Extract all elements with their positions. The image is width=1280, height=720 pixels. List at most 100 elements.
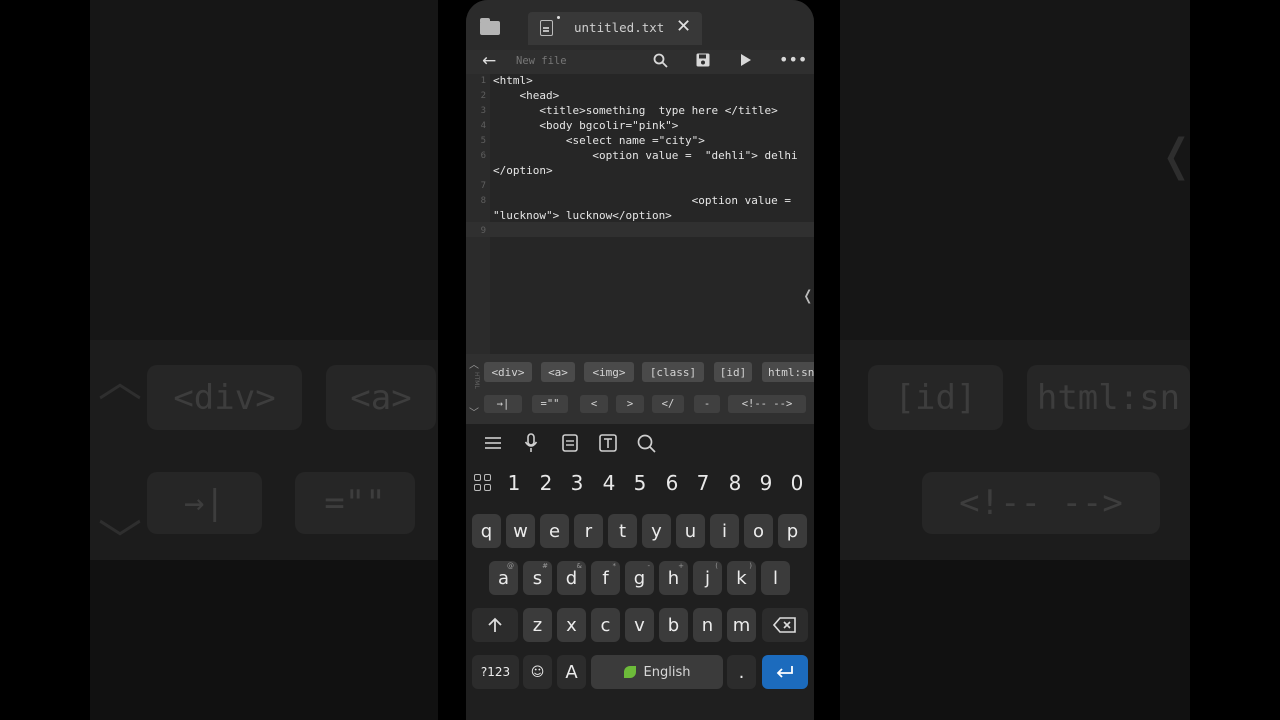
key-hint: # — [542, 562, 548, 570]
blurred-chip: ="" — [295, 472, 415, 534]
key-5[interactable]: 5 — [627, 471, 653, 495]
key-y[interactable]: y — [642, 514, 671, 548]
unsaved-dot — [557, 16, 560, 19]
symbol-div[interactable]: <div> — [484, 362, 532, 382]
blurred-up-icon: ︿ — [98, 356, 142, 407]
chevron-up-icon[interactable]: ︿ — [469, 356, 479, 371]
editor-toolbar: ← New file ••• — [466, 50, 814, 74]
key-s[interactable]: s # — [523, 561, 552, 595]
code-line: </option> — [493, 164, 553, 177]
symbol-class[interactable]: [class] — [642, 362, 704, 382]
symbol-attr-equals[interactable]: ="" — [532, 395, 568, 413]
blurred-chip: <!-- --> — [922, 472, 1160, 534]
filename-placeholder[interactable]: New file — [516, 55, 567, 67]
code-line: <option value = — [493, 194, 792, 207]
key-hint: + — [678, 562, 684, 570]
blurred-keyboard — [90, 560, 438, 720]
key-label: f — [602, 567, 609, 589]
key-p[interactable]: p — [778, 514, 807, 548]
key-label: s — [532, 567, 543, 589]
symbol-comment[interactable]: <!-- --> — [728, 395, 806, 413]
key-h[interactable]: h + — [659, 561, 688, 595]
back-arrow-icon[interactable]: ← — [482, 51, 496, 71]
symbols-key[interactable]: ?123 — [472, 655, 519, 689]
close-icon[interactable]: ✕ — [676, 16, 691, 37]
save-icon[interactable] — [696, 53, 710, 71]
key-2[interactable]: 2 — [533, 471, 559, 495]
shift-key[interactable] — [472, 608, 518, 642]
key-3[interactable]: 3 — [564, 471, 590, 495]
key-o[interactable]: o — [744, 514, 773, 548]
key-m[interactable]: m — [727, 608, 756, 642]
key-hint: - — [647, 562, 650, 570]
menu-icon[interactable] — [484, 434, 502, 455]
key-x[interactable]: x — [557, 608, 586, 642]
key-n[interactable]: n — [693, 608, 722, 642]
symbol-less-than[interactable]: < — [580, 395, 608, 413]
key-q[interactable]: q — [472, 514, 501, 548]
text-edit-icon[interactable] — [599, 434, 617, 457]
blurred-background-left: ︿ ﹀ <div> <a> →| ="" — [90, 0, 438, 720]
line-number: 4 — [480, 121, 486, 131]
search-icon[interactable] — [637, 434, 656, 458]
emoji-key[interactable]: ☺ — [523, 655, 552, 689]
enter-key[interactable] — [762, 655, 808, 689]
text-case-key[interactable]: A — [557, 655, 586, 689]
symbol-a[interactable]: <a> — [541, 362, 575, 382]
key-t[interactable]: t — [608, 514, 637, 548]
blurred-chip: <a> — [326, 365, 436, 430]
line-number: 6 — [480, 151, 486, 161]
symbol-id[interactable]: [id] — [714, 362, 752, 382]
enter-arrow-icon — [776, 666, 793, 678]
blurred-background-right: ❬ [id] html:sn <!-- --> — [840, 0, 1190, 720]
folder-icon[interactable] — [480, 18, 504, 38]
symbol-close-tag[interactable]: </ — [652, 395, 684, 413]
microphone-icon[interactable] — [524, 433, 538, 458]
key-c[interactable]: c — [591, 608, 620, 642]
symbol-img[interactable]: <img> — [584, 362, 634, 382]
line-number: 5 — [480, 136, 486, 146]
key-i[interactable]: i — [710, 514, 739, 548]
current-line-highlight — [466, 222, 814, 237]
soft-keyboard: 1 2 3 4 5 6 7 8 9 0 q w e r t y u i o p … — [466, 464, 814, 720]
blurred-chip: →| — [147, 472, 262, 534]
key-d[interactable]: d & — [557, 561, 586, 595]
apps-grid-icon[interactable] — [474, 474, 492, 492]
mode-label: HTML — [473, 372, 480, 389]
search-icon[interactable] — [653, 53, 668, 72]
key-0[interactable]: 0 — [784, 471, 810, 495]
mode-switcher[interactable]: ︿ HTML ﹀ — [469, 354, 481, 424]
clipboard-icon[interactable] — [562, 434, 578, 457]
key-w[interactable]: w — [506, 514, 535, 548]
tab-untitled[interactable]: untitled.txt ✕ — [528, 12, 702, 45]
key-4[interactable]: 4 — [596, 471, 622, 495]
key-r[interactable]: r — [574, 514, 603, 548]
key-k[interactable]: k) — [727, 561, 756, 595]
key-b[interactable]: b — [659, 608, 688, 642]
space-bar[interactable]: English — [591, 655, 723, 689]
chevron-down-icon[interactable]: ﹀ — [469, 404, 479, 419]
backspace-key[interactable] — [762, 608, 808, 642]
key-l[interactable]: l — [761, 561, 790, 595]
key-u[interactable]: u — [676, 514, 705, 548]
symbol-html-snippet[interactable]: html:sn — [762, 362, 814, 382]
key-6[interactable]: 6 — [659, 471, 685, 495]
symbol-greater-than[interactable]: > — [616, 395, 644, 413]
key-j[interactable]: j( — [693, 561, 722, 595]
key-1[interactable]: 1 — [501, 471, 527, 495]
play-icon[interactable] — [740, 53, 752, 71]
key-a[interactable]: a @ — [489, 561, 518, 595]
symbol-tab[interactable]: →| — [484, 395, 522, 413]
symbol-dash[interactable]: - — [694, 395, 720, 413]
key-e[interactable]: e — [540, 514, 569, 548]
key-f[interactable]: f * — [591, 561, 620, 595]
period-key[interactable]: . — [727, 655, 756, 689]
panel-chevron-icon[interactable]: ❬ — [802, 288, 814, 304]
key-8[interactable]: 8 — [722, 471, 748, 495]
key-g[interactable]: g- — [625, 561, 654, 595]
key-v[interactable]: v — [625, 608, 654, 642]
key-z[interactable]: z — [523, 608, 552, 642]
key-7[interactable]: 7 — [690, 471, 716, 495]
more-icon[interactable]: ••• — [779, 50, 807, 69]
key-9[interactable]: 9 — [753, 471, 779, 495]
